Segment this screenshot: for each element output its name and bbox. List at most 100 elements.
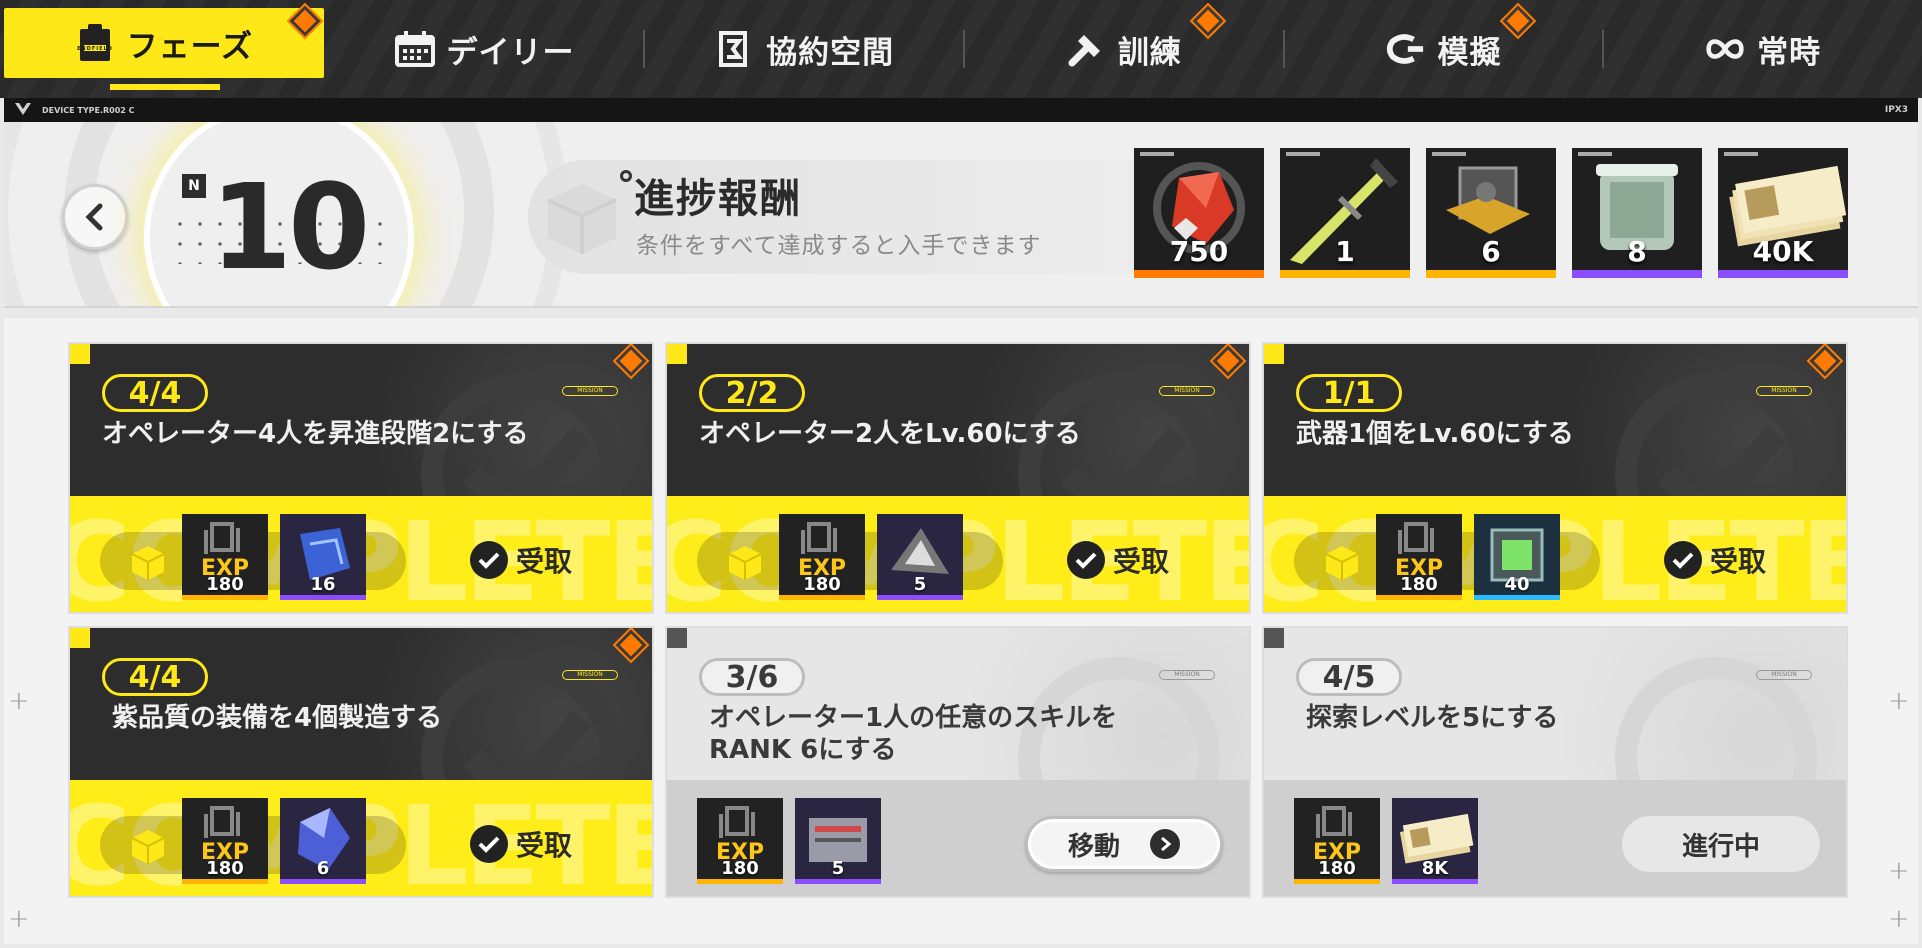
mission-list: COMPLETE 4/4 MISSION オペレーター4人を昇進段階2にする E… (4, 318, 1918, 944)
reward-tag (1432, 152, 1466, 156)
item-reward[interactable]: 40 (1474, 514, 1560, 600)
move-label: 移動 (1067, 831, 1120, 862)
n-badge (1264, 628, 1284, 648)
reward-amount: 6 (316, 858, 330, 879)
mission-card: COMPLETE 4/4 MISSION 紫品質の装備を4個製造する EXP 1… (68, 626, 654, 898)
title-dot-icon (620, 170, 632, 182)
level-number: 10 (210, 158, 370, 296)
device-model-label: IPX3 (1884, 105, 1908, 115)
checkmark-icon (1067, 541, 1105, 579)
claim-label: 受取 (1710, 545, 1767, 578)
reward-amount: 40 (1504, 574, 1530, 595)
claim-button[interactable]: 受取 (470, 540, 572, 580)
reward-amount: 750 (1169, 235, 1229, 268)
reward-amount: 5 (913, 574, 927, 595)
mission-desc: オペレーター4人を昇進段階2にする (102, 419, 529, 449)
chevron-right-icon (1150, 829, 1180, 859)
item-reward[interactable]: 5 (795, 798, 881, 884)
tab-label: フェーズ (126, 28, 254, 65)
infinity-icon (1705, 29, 1745, 69)
tab-training[interactable]: 訓練 (965, 0, 1283, 98)
item-reward[interactable]: 5 (877, 514, 963, 600)
device-type-label: DEVICE TYPE.R002 C (42, 105, 135, 115)
mission-desc: オペレーター2人をLv.60にする (699, 419, 1081, 449)
mission-count: 4/4 (102, 658, 208, 696)
exp-reward-item[interactable]: EXP 180 (779, 514, 865, 600)
reward-item-gear-part[interactable]: 6 (1426, 148, 1556, 278)
reward-tag (1578, 152, 1612, 156)
reward-amount: 180 (1400, 574, 1438, 595)
exp-reward-item[interactable]: EXP 180 (697, 798, 783, 884)
reward-item-origeometry[interactable]: 750 (1134, 148, 1264, 278)
notification-diamond-icon (1499, 2, 1537, 40)
mission-desc: 探索レベルを5にする (1306, 703, 1559, 733)
mission-tag: MISSION (1159, 386, 1215, 396)
mission-desc: 紫品質の装備を4個製造する (112, 703, 443, 733)
mission-count: 1/1 (1296, 374, 1402, 412)
exp-reward-item[interactable]: EXP 180 (1294, 798, 1380, 884)
checkmark-icon (470, 825, 508, 863)
mission-tag: MISSION (562, 386, 618, 396)
reward-amount: 8 (1627, 235, 1647, 268)
tab-contract-space[interactable]: 協約空間 (645, 0, 963, 98)
clipboard-icon: ENDFIELD (75, 23, 115, 63)
plus-mark-icon: + (8, 904, 30, 934)
exp-reward-item[interactable]: EXP 180 (1376, 514, 1462, 600)
n-badge (667, 628, 687, 648)
reward-item-sword[interactable]: 1 (1280, 148, 1410, 278)
n-badge (70, 344, 90, 364)
claim-button[interactable]: 受取 (470, 824, 572, 864)
reward-item-capsule[interactable]: 8 (1572, 148, 1702, 278)
claim-button[interactable]: 受取 (1664, 540, 1766, 580)
mission-card: 4/5 MISSION 探索レベルを5にする EXP 180 8K 進行中 (1262, 626, 1848, 898)
mission-card: COMPLETE 4/4 MISSION オペレーター4人を昇進段階2にする E… (68, 342, 654, 614)
claim-button[interactable]: 受取 (1067, 540, 1169, 580)
mission-card: COMPLETE 2/2 MISSION オペレーター2人をLv.60にする E… (665, 342, 1251, 614)
item-reward[interactable]: 8K (1392, 798, 1478, 884)
reward-amount: 40K (1752, 235, 1814, 268)
checkmark-icon (470, 541, 508, 579)
mission-count: 4/4 (102, 374, 208, 412)
tab-label: デイリー (446, 34, 575, 71)
reward-item-credits[interactable]: 40K (1718, 148, 1848, 278)
mission-card: COMPLETE 1/1 MISSION 武器1個をLv.60にする EXP 1… (1262, 342, 1848, 614)
mission-count: 3/6 (699, 658, 805, 696)
reward-amount: 1 (1335, 235, 1355, 268)
n-badge (1264, 344, 1284, 364)
back-button[interactable] (62, 184, 128, 250)
exp-reward-item[interactable]: EXP 180 (182, 514, 268, 600)
in-progress-button[interactable]: 進行中 (1622, 816, 1820, 872)
reward-amount: 5 (831, 858, 845, 879)
reward-amount: 16 (310, 574, 336, 595)
item-reward[interactable]: 6 (280, 798, 366, 884)
tab-phase[interactable]: ENDFIELD フェーズ (4, 2, 324, 90)
move-button[interactable]: 移動 (1025, 816, 1223, 872)
notification-diamond-icon (286, 2, 324, 40)
mission-card: 3/6 MISSION オペレーター1人の任意のスキルをRANK 6にする EX… (665, 626, 1251, 898)
item-reward[interactable]: 16 (280, 514, 366, 600)
tab-label: 模擬 (1437, 34, 1502, 71)
in-progress-label: 進行中 (1681, 831, 1760, 862)
mission-count: 4/5 (1296, 658, 1402, 696)
claim-label: 受取 (1113, 545, 1170, 578)
tab-label: 訓練 (1117, 34, 1182, 71)
claim-label: 受取 (516, 829, 573, 862)
reward-box-icon (728, 546, 762, 580)
plus-mark-icon: + (8, 686, 30, 716)
device-strip: DEVICE TYPE.R002 C IPX3 (4, 98, 1918, 122)
tab-daily[interactable]: デイリー (326, 0, 644, 98)
exp-reward-item[interactable]: EXP 180 (182, 798, 268, 884)
reward-amount: 180 (206, 574, 244, 595)
reward-amount: 6 (1481, 235, 1501, 268)
reward-box-icon (1325, 546, 1359, 580)
checkmark-icon (1664, 541, 1702, 579)
tab-simulation[interactable]: 模擬 (1285, 0, 1603, 98)
n-badge (70, 628, 90, 648)
reward-tag (1724, 152, 1758, 156)
level-badge: N (182, 174, 206, 198)
reward-amount: 180 (206, 858, 244, 879)
tab-permanent[interactable]: 常時 (1604, 0, 1922, 98)
reward-box-icon (131, 830, 165, 864)
claim-label: 受取 (516, 545, 573, 578)
simulation-icon (1385, 29, 1425, 69)
